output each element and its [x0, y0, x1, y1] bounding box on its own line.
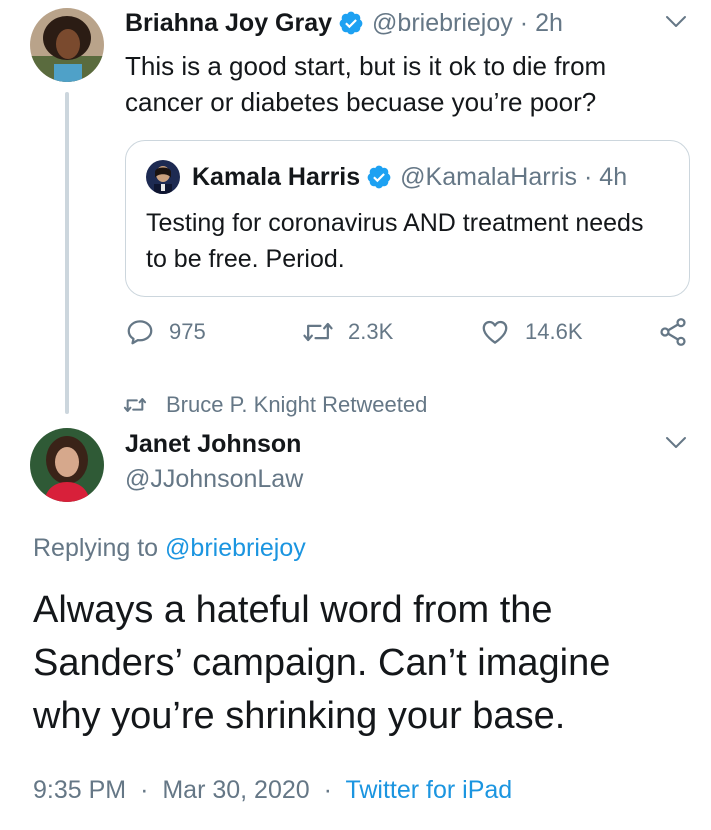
replying-to-prefix: Replying to [33, 534, 159, 562]
reply-icon [127, 320, 153, 345]
avatar[interactable] [30, 8, 104, 82]
retweet-context-label: Bruce P. Knight Retweeted [166, 392, 428, 417]
reply-button[interactable]: 975 [125, 312, 206, 352]
separator-dot: · [519, 8, 529, 37]
tweet-date[interactable]: Mar 30, 2020 [162, 776, 309, 804]
quoted-timestamp: 4h [599, 162, 628, 191]
quoted-author-name: Kamala Harris [192, 162, 361, 191]
verified-badge-icon [367, 165, 391, 189]
retweet-icon [303, 322, 333, 342]
avatar[interactable] [30, 428, 104, 502]
separator-dot: · [323, 776, 332, 804]
quoted-tweet-card[interactable]: Kamala Harris @KamalaHarris · 4h Testing… [125, 140, 690, 297]
heart-icon [482, 320, 508, 344]
thread-line [65, 92, 69, 414]
tweet-text: Always a hateful word from the Sanders’ … [33, 589, 611, 737]
like-button[interactable]: 14.6K [479, 312, 583, 352]
tweet-actions: 975 2.3K 14.6K [125, 312, 695, 352]
author-handle[interactable]: @JJohnsonLaw [125, 463, 303, 495]
author-name[interactable]: Briahna Joy Gray [125, 9, 332, 38]
share-button[interactable] [657, 312, 703, 352]
tweet-footer: 9:35 PM · Mar 30, 2020 · Twitter for iPa… [33, 774, 512, 806]
tweet-source-link[interactable]: Twitter for iPad [345, 776, 512, 804]
retweet-count: 2.3K [348, 319, 394, 344]
quoted-tweet-text: Testing for coronavirus AND treatment ne… [146, 209, 644, 273]
verified-badge-icon [339, 11, 363, 35]
separator-dot: · [140, 776, 149, 804]
retweet-icon [123, 398, 147, 412]
tweet-header: Briahna Joy Gray @briebriejoy · 2h [125, 6, 563, 40]
retweet-button[interactable]: 2.3K [302, 312, 393, 352]
chevron-down-icon[interactable] [664, 9, 688, 33]
like-count: 14.6K [525, 319, 583, 344]
chevron-down-icon[interactable] [664, 430, 688, 454]
reply-count: 975 [169, 319, 206, 344]
avatar [146, 160, 180, 194]
retweet-context[interactable]: Bruce P. Knight Retweeted [122, 390, 427, 420]
tweet-text: This is a good start, but is it ok to di… [125, 51, 607, 117]
quoted-author-handle: @KamalaHarris [400, 162, 577, 191]
replying-to: Replying to @briebriejoy [33, 532, 306, 564]
replying-to-link[interactable]: @briebriejoy [165, 534, 306, 562]
author-name[interactable]: Janet Johnson [125, 428, 301, 460]
separator-dot: · [583, 162, 593, 191]
share-icon [660, 318, 686, 346]
tweet-time[interactable]: 9:35 PM [33, 776, 126, 804]
quoted-tweet-header: Kamala Harris @KamalaHarris · 4h [146, 159, 627, 195]
author-handle[interactable]: @briebriejoy [372, 9, 513, 38]
timestamp[interactable]: 2h [535, 9, 563, 38]
